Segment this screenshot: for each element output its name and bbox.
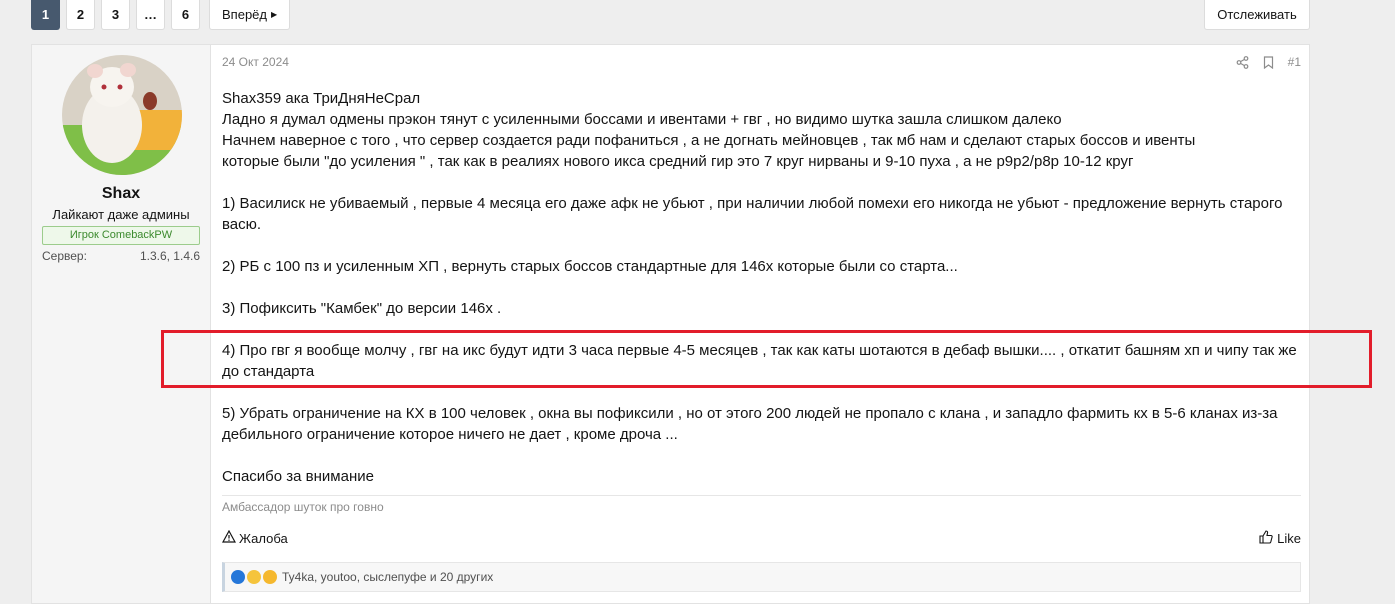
caret-right-icon: ▶ <box>271 10 278 19</box>
server-value: 1.3.6, 1.4.6 <box>139 249 200 263</box>
highlight-annotation-box <box>161 330 1372 388</box>
user-info-panel: Shax Лайкают даже админы Игрок ComebackP… <box>32 45 211 603</box>
page-1-button[interactable]: 1 <box>31 0 60 30</box>
next-page-label: Вперёд <box>222 7 267 22</box>
user-banner: Игрок ComebackPW <box>42 226 200 245</box>
post-line: Начнем наверное с того , что сервер созд… <box>222 132 1196 149</box>
wow-reaction-icon <box>247 570 261 584</box>
post-tools: #1 <box>1236 55 1301 69</box>
post-body: Shax359 ака ТриДняНеСрал Ладно я думал о… <box>222 88 1301 487</box>
follow-thread-button[interactable]: Отслеживать <box>1204 0 1310 30</box>
report-label: Жалоба <box>239 530 288 546</box>
post-actions: Жалоба Like <box>221 529 1301 548</box>
share-icon[interactable] <box>1236 55 1249 69</box>
post-point-1: 1) Василиск не убиваемый , первые 4 меся… <box>222 195 1283 233</box>
post-line: которые были "до усиления " , так как в … <box>222 153 1134 170</box>
page-2-button[interactable]: 2 <box>66 0 95 30</box>
post-point-5: 5) Убрать ограничение на КХ в 100 челове… <box>222 405 1278 443</box>
page-6-button[interactable]: 6 <box>171 0 200 30</box>
post-number-link[interactable]: #1 <box>1288 55 1301 69</box>
like-button[interactable]: Like <box>1259 530 1301 547</box>
reactions-bar[interactable]: Ty4ka, youtoo, сыслепуфе и 20 других <box>222 562 1301 592</box>
bookmark-icon[interactable] <box>1263 55 1274 69</box>
post-main: 24 Окт 2024 #1 Shax359 ака ТриДняНеСрал … <box>221 45 1301 603</box>
post-closing: Спасибо за внимание <box>222 468 374 485</box>
page-ellipsis-button[interactable]: … <box>136 0 165 30</box>
server-label: Сервер: <box>42 249 87 263</box>
user-extra-info: Сервер: 1.3.6, 1.4.6 <box>42 249 200 263</box>
post-date[interactable]: 24 Окт 2024 <box>222 55 289 69</box>
username[interactable]: Shax <box>32 185 210 203</box>
post-line: Shax359 ака ТриДняНеСрал <box>222 90 421 107</box>
user-title: Лайкают даже админы <box>52 207 190 222</box>
post-attribution: 24 Окт 2024 #1 <box>222 55 1301 71</box>
post-signature: Амбассадор шуток про говно <box>222 495 1301 514</box>
post-point-3: 3) Пофиксить "Камбек" до версии 146х . <box>222 300 502 317</box>
pagination: 1 2 3 … 6 Вперёд ▶ <box>31 0 291 30</box>
page-3-button[interactable]: 3 <box>101 0 130 30</box>
avatar[interactable] <box>62 55 182 175</box>
laugh-reaction-icon <box>263 570 277 584</box>
report-button[interactable]: Жалоба <box>221 529 288 546</box>
post-message: Shax Лайкают даже админы Игрок ComebackP… <box>31 44 1310 604</box>
warning-icon <box>221 529 237 546</box>
post-point-2: 2) РБ с 100 пз и усиленным ХП , вернуть … <box>222 258 958 275</box>
thumbs-up-icon <box>1259 530 1273 547</box>
reactions-summary[interactable]: Ty4ka, youtoo, сыслепуфе и 20 других <box>282 570 493 584</box>
next-page-button[interactable]: Вперёд ▶ <box>209 0 291 30</box>
like-label: Like <box>1277 531 1301 546</box>
like-reaction-icon <box>231 570 245 584</box>
post-line: Ладно я думал одмены прэкон тянут с усил… <box>222 111 1062 128</box>
